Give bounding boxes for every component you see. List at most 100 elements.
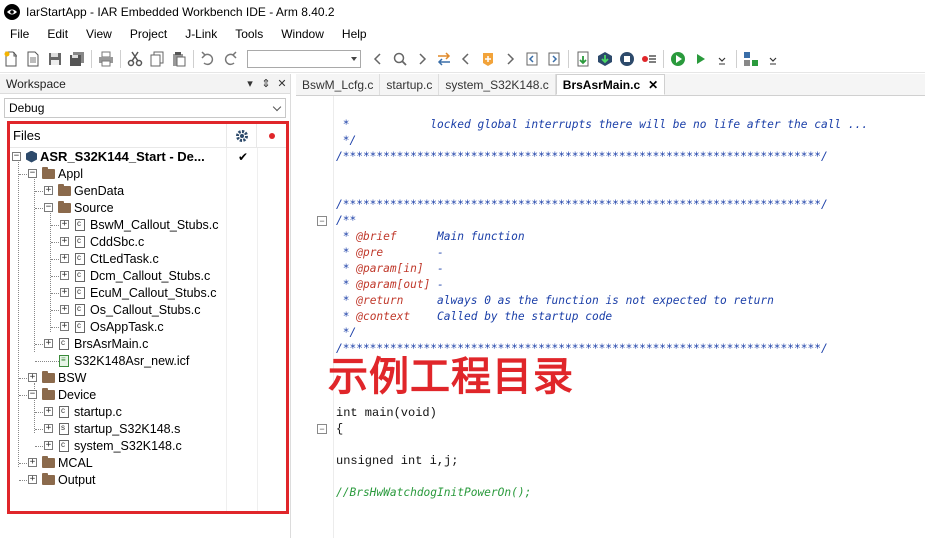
- toolbar: [0, 46, 925, 73]
- expand-icon[interactable]: +: [28, 475, 37, 484]
- menu-jlink[interactable]: J-Link: [175, 27, 225, 41]
- tree-file[interactable]: S32K148Asr_new.icf: [10, 352, 286, 369]
- menu-help[interactable]: Help: [332, 27, 375, 41]
- tree-folder-output[interactable]: + Output: [10, 471, 286, 488]
- menu-window[interactable]: Window: [271, 27, 332, 41]
- cut-icon[interactable]: [124, 48, 146, 70]
- expand-icon[interactable]: +: [44, 424, 53, 433]
- expand-icon[interactable]: +: [60, 220, 69, 229]
- copy-icon[interactable]: [146, 48, 168, 70]
- debug-without-downloading-icon[interactable]: [689, 48, 711, 70]
- redo-icon[interactable]: [219, 48, 241, 70]
- tree-connector: [35, 344, 43, 345]
- tree-folder-bsw[interactable]: + BSW: [10, 369, 286, 386]
- bookmark-icon[interactable]: [477, 48, 499, 70]
- save-icon[interactable]: [44, 48, 66, 70]
- close-icon[interactable]: ✕: [274, 77, 290, 90]
- menu-project[interactable]: Project: [120, 27, 175, 41]
- collapse-icon[interactable]: −: [44, 203, 53, 212]
- expand-icon[interactable]: +: [28, 458, 37, 467]
- find-next-icon[interactable]: [411, 48, 433, 70]
- tree-folder-appl[interactable]: − Appl: [10, 165, 286, 182]
- menu-tools[interactable]: Tools: [225, 27, 271, 41]
- tree-file[interactable]: + startup.c: [10, 403, 286, 420]
- toolbar-separator: [193, 50, 194, 68]
- download-and-debug-icon[interactable]: [667, 48, 689, 70]
- code-line: * @brief Main function: [336, 230, 525, 243]
- find-combo[interactable]: [247, 50, 361, 68]
- menu-edit[interactable]: Edit: [37, 27, 76, 41]
- tree-file[interactable]: + CddSbc.c: [10, 233, 286, 250]
- compile-icon[interactable]: [572, 48, 594, 70]
- find-previous-icon[interactable]: [367, 48, 389, 70]
- tree-file[interactable]: + BrsAsrMain.c: [10, 335, 286, 352]
- close-icon[interactable]: ✕: [648, 78, 658, 92]
- nav-forward-icon[interactable]: [499, 48, 521, 70]
- tree-file[interactable]: + system_S32K148.c: [10, 437, 286, 454]
- search-icon[interactable]: [389, 48, 411, 70]
- chevron-down-icon: [272, 102, 282, 112]
- breakpoint-list-icon[interactable]: [638, 48, 660, 70]
- expand-icon[interactable]: +: [60, 237, 69, 246]
- tree-folder-mcal[interactable]: + MCAL: [10, 454, 286, 471]
- collapse-icon[interactable]: −: [28, 390, 37, 399]
- expand-icon[interactable]: +: [44, 407, 53, 416]
- expand-icon[interactable]: +: [60, 254, 69, 263]
- tree-file[interactable]: + Dcm_Callout_Stubs.c: [10, 267, 286, 284]
- tree-item-project[interactable]: − ASR_S32K144_Start - De... ✔: [10, 148, 286, 165]
- configuration-select[interactable]: Debug: [4, 98, 286, 118]
- menu-view[interactable]: View: [76, 27, 120, 41]
- expand-icon[interactable]: +: [60, 271, 69, 280]
- expand-icon[interactable]: +: [44, 186, 53, 195]
- tree-file[interactable]: + Os_Callout_Stubs.c: [10, 301, 286, 318]
- expand-icon[interactable]: +: [60, 322, 69, 331]
- tab-startup[interactable]: startup.c: [380, 74, 440, 95]
- fold-toggle-icon[interactable]: −: [317, 424, 327, 434]
- print-icon[interactable]: [95, 48, 117, 70]
- panel-menu-icon[interactable]: ▾: [242, 77, 258, 90]
- gear-icon[interactable]: [226, 123, 256, 148]
- new-file-icon[interactable]: [0, 48, 22, 70]
- tree-file[interactable]: + BswM_Callout_Stubs.c: [10, 216, 286, 233]
- chevron-down-icon: [351, 57, 357, 61]
- doc-text: -: [383, 246, 444, 259]
- fold-toggle-icon[interactable]: −: [317, 216, 327, 226]
- save-all-icon[interactable]: [66, 48, 88, 70]
- expand-icon[interactable]: +: [60, 305, 69, 314]
- breakpoint-column-icon[interactable]: [256, 123, 286, 148]
- next-bookmark-icon[interactable]: [543, 48, 565, 70]
- collapse-icon[interactable]: −: [12, 152, 21, 161]
- tree-file[interactable]: + OsAppTask.c: [10, 318, 286, 335]
- expand-icon[interactable]: +: [44, 441, 53, 450]
- code-comment: locked global interrupts there will be n…: [349, 118, 869, 131]
- make-icon[interactable]: [594, 48, 616, 70]
- tree-folder-gendata[interactable]: + GenData: [10, 182, 286, 199]
- tab-system-s32k148[interactable]: system_S32K148.c: [439, 74, 556, 95]
- toolbar-overflow-icon[interactable]: [711, 48, 733, 70]
- paste-icon[interactable]: [168, 48, 190, 70]
- tree-file[interactable]: + EcuM_Callout_Stubs.c: [10, 284, 286, 301]
- doc-tag: @context: [356, 310, 411, 323]
- stop-build-icon[interactable]: [616, 48, 638, 70]
- tab-brsasrmain[interactable]: BrsAsrMain.c ✕: [555, 74, 666, 95]
- expand-icon[interactable]: +: [28, 373, 37, 382]
- tree-folder-source[interactable]: − Source: [10, 199, 286, 216]
- expand-icon[interactable]: +: [60, 288, 69, 297]
- collapse-icon[interactable]: −: [28, 169, 37, 178]
- build-configuration-icon[interactable]: [740, 48, 762, 70]
- undo-icon[interactable]: [197, 48, 219, 70]
- previous-bookmark-icon[interactable]: [521, 48, 543, 70]
- tree-file[interactable]: + CtLedTask.c: [10, 250, 286, 267]
- project-name: ASR_S32K144_Start - De...: [40, 149, 205, 164]
- nav-back-icon[interactable]: [455, 48, 477, 70]
- tab-bswm-lcfg[interactable]: BswM_Lcfg.c: [296, 74, 381, 95]
- pin-icon[interactable]: ⇕: [258, 77, 274, 90]
- replace-icon[interactable]: [433, 48, 455, 70]
- open-file-icon[interactable]: [22, 48, 44, 70]
- expand-icon[interactable]: +: [44, 339, 53, 348]
- tree-folder-device[interactable]: − Device: [10, 386, 286, 403]
- toolbar-separator: [120, 50, 121, 68]
- toolbar-overflow-icon[interactable]: [762, 48, 784, 70]
- tree-file[interactable]: + startup_S32K148.s: [10, 420, 286, 437]
- menu-file[interactable]: File: [0, 27, 37, 41]
